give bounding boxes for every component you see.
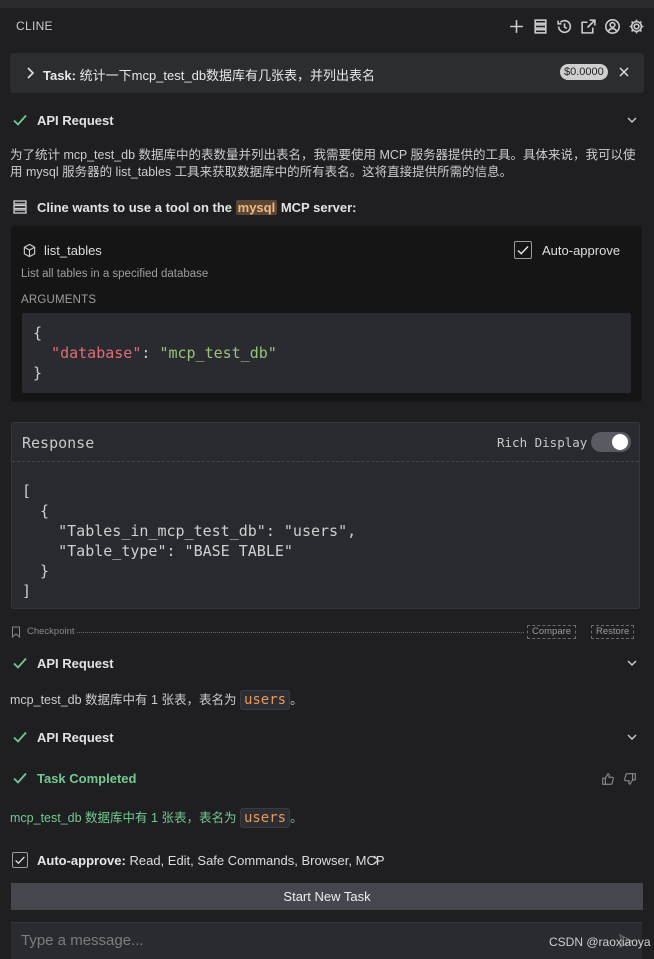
api-request-header[interactable]: API Request [10, 653, 644, 675]
header-icons [506, 16, 646, 36]
message-input[interactable] [19, 931, 603, 950]
auto-approve-label[interactable]: Auto-approve [542, 243, 620, 258]
message-input-area [11, 922, 642, 959]
mcp-server-name: mysql [235, 200, 278, 215]
task-title: Task: 统计一下mcp_test_db数据库有几张表，并列出表名 [43, 65, 375, 84]
api-request-label: API Request [37, 113, 114, 128]
task-header[interactable]: Task: 统计一下mcp_test_db数据库有几张表，并列出表名 $0.00… [10, 53, 644, 93]
checkpoint-row: Checkpoint Compare Restore [11, 625, 642, 639]
check-icon [15, 856, 25, 865]
json-value: "mcp_test_db" [159, 344, 277, 362]
watermark: CSDN @raoxiaoya [549, 935, 651, 949]
auto-approve-checkbox[interactable] [12, 852, 28, 868]
response-panel: Response Rich Display [ { "Tables_in_mcp… [11, 422, 640, 609]
task-text: 统计一下mcp_test_db数据库有几张表，并列出表名 [79, 68, 376, 83]
compare-button[interactable]: Compare [527, 625, 577, 639]
chevron-down-icon[interactable] [626, 114, 638, 126]
response-body: [ { "Tables_in_mcp_test_db": "users", "T… [22, 482, 357, 600]
rich-display-label: Rich Display [497, 435, 588, 450]
inline-code: users [239, 690, 291, 710]
app-title: CLINE [16, 19, 53, 33]
response-header: Response Rich Display [12, 423, 639, 462]
assistant-explanation: 为了统计 mcp_test_db 数据库中的表数量并列出表名，我需要使用 MCP… [10, 148, 636, 179]
api-request-label: API Request [37, 730, 114, 745]
arguments-code: { "database": "mcp_test_db" } [22, 313, 631, 393]
bookmark-icon [12, 626, 20, 638]
account-icon[interactable] [602, 16, 622, 36]
checkpoint-label: Checkpoint [27, 626, 75, 637]
check-icon [517, 245, 529, 255]
plus-icon[interactable] [506, 16, 526, 36]
auto-approve-text: Auto-approve: Read, Edit, Safe Commands,… [37, 853, 385, 868]
chevron-right-icon[interactable] [370, 854, 382, 866]
thumbs-up-icon[interactable] [601, 772, 615, 786]
chevron-down-icon[interactable] [626, 731, 638, 743]
restore-button[interactable]: Restore [591, 625, 635, 639]
history-icon[interactable] [554, 16, 574, 36]
auto-approve-bar[interactable]: Auto-approve: Read, Edit, Safe Commands,… [10, 850, 644, 870]
auto-approve-checkbox[interactable] [514, 241, 532, 259]
api-request-header[interactable]: API Request [10, 727, 644, 749]
task-completed-label: Task Completed [37, 771, 137, 786]
arguments-label: ARGUMENTS [21, 294, 97, 306]
inline-code: users [239, 808, 291, 828]
header-bar: CLINE [0, 0, 654, 52]
start-new-task-button[interactable]: Start New Task [11, 883, 643, 910]
server-icon [13, 200, 27, 214]
check-icon [13, 772, 27, 784]
close-icon[interactable] [616, 64, 632, 80]
thumbs-down-icon[interactable] [623, 772, 637, 786]
completion-result: mcp_test_db 数据库中有 1 张表，表名为 users。 [10, 808, 303, 828]
server-icon[interactable] [530, 16, 550, 36]
tool-description: List all tables in a specified database [21, 268, 209, 280]
api-request-label: API Request [37, 656, 114, 671]
cube-icon [23, 243, 36, 258]
chevron-down-icon[interactable] [626, 657, 638, 669]
assistant-answer: mcp_test_db 数据库中有 1 张表，表名为 users。 [10, 690, 303, 710]
tool-name: list_tables [44, 243, 102, 258]
check-icon [13, 114, 27, 126]
tool-card: list_tables Auto-approve List all tables… [11, 226, 642, 402]
response-title: Response [22, 434, 95, 452]
task-prefix: Task: [43, 68, 76, 83]
tool-use-label: Cline wants to use a tool on the mysql M… [37, 200, 357, 215]
tool-use-header: Cline wants to use a tool on the mysql M… [10, 197, 644, 217]
task-completed-header: Task Completed [10, 768, 644, 790]
chevron-right-icon[interactable] [24, 65, 36, 81]
check-icon [13, 657, 27, 669]
api-request-header[interactable]: API Request [10, 110, 644, 132]
json-key: "database" [51, 344, 142, 362]
cost-badge: $0.0000 [560, 64, 608, 80]
check-icon [13, 731, 27, 743]
gear-icon[interactable] [626, 16, 646, 36]
popout-icon[interactable] [578, 16, 598, 36]
rich-display-toggle[interactable] [591, 432, 631, 452]
